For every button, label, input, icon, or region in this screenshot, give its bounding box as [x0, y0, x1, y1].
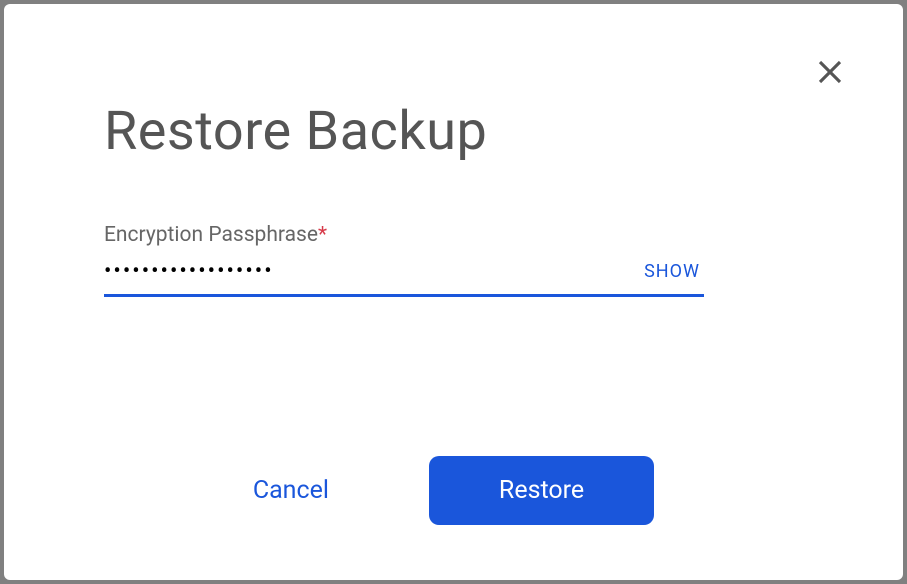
passphrase-field-group: Encryption Passphrase* SHOW: [104, 223, 704, 297]
passphrase-input-row: SHOW: [104, 259, 704, 297]
passphrase-label: Encryption Passphrase*: [104, 223, 704, 247]
restore-backup-dialog: Restore Backup Encryption Passphrase* SH…: [4, 4, 903, 580]
dialog-button-row: Cancel Restore: [4, 456, 903, 525]
required-asterisk: *: [318, 223, 327, 247]
show-password-button[interactable]: SHOW: [640, 261, 704, 282]
close-icon: [815, 57, 845, 87]
cancel-button[interactable]: Cancel: [253, 476, 329, 505]
dialog-title: Restore Backup: [104, 100, 803, 163]
passphrase-label-text: Encryption Passphrase: [104, 223, 318, 247]
close-button[interactable]: [812, 54, 848, 90]
passphrase-input[interactable]: [104, 259, 640, 284]
restore-button[interactable]: Restore: [429, 456, 654, 525]
